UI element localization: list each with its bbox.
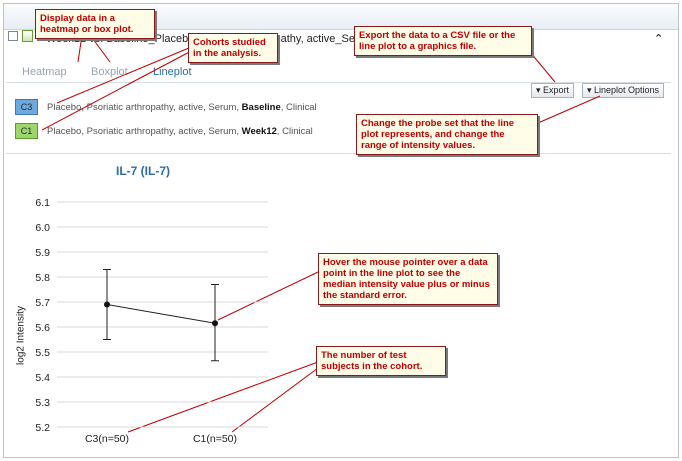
y-tick-label: 5.5 (35, 347, 50, 359)
callout-display-options: Display data in a heatmap or box plot. (35, 9, 155, 39)
series-line (106, 304, 216, 324)
line-plot: 6.1 6.0 5.9 5.8 5.7 5.6 5.5 5.4 5.3 5.2 C3(n=50) C… (35, 34, 601, 445)
callout-hover: Hover the mouse pointer over a data poin… (318, 253, 498, 305)
y-tick-label: 5.9 (35, 247, 50, 259)
y-tick-label: 5.7 (35, 297, 50, 309)
callout-export: Export the data to a CSV file or the lin… (354, 26, 532, 56)
y-tick-label: 6.0 (35, 222, 50, 234)
callout-probe-set: Change the probe set that the line plot … (356, 114, 538, 155)
x-tick-label: C3(n=50) (85, 433, 129, 445)
data-point[interactable] (104, 301, 110, 308)
y-tick-label: 5.4 (35, 372, 50, 384)
y-tick-label: 5.6 (35, 322, 50, 334)
data-point[interactable] (212, 320, 218, 327)
y-tick-label: 5.8 (35, 272, 50, 284)
x-tick-label: C1(n=50) (193, 433, 237, 445)
y-tick-label: 5.2 (35, 422, 50, 434)
y-tick-label: 6.1 (35, 197, 50, 209)
y-tick-label: 5.3 (35, 397, 50, 409)
callout-cohorts: Cohorts studied in the analysis. (188, 33, 278, 63)
callout-subjects: The number of test subjects in the cohor… (316, 346, 446, 376)
